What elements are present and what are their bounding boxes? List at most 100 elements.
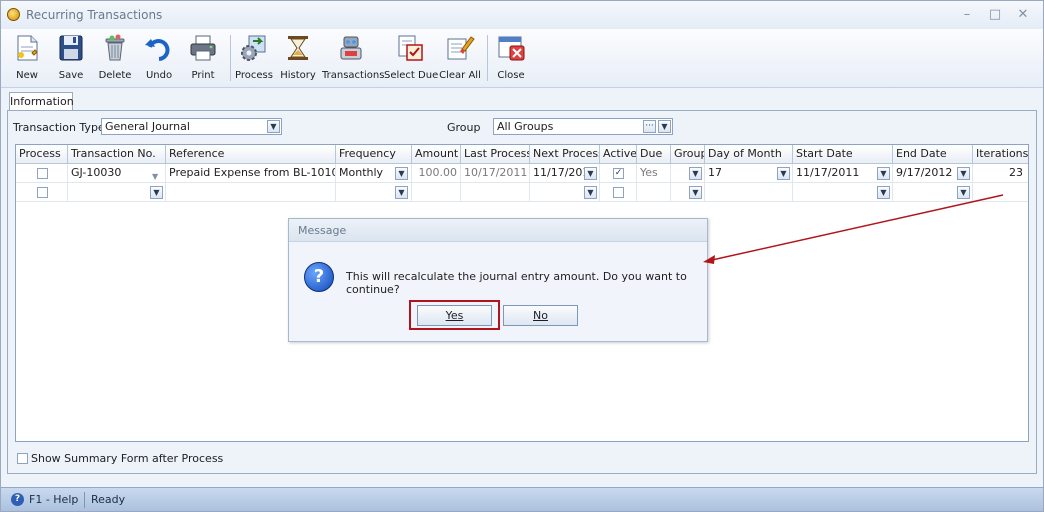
table-row-process-cell[interactable] — [16, 164, 68, 183]
chevron-down-icon[interactable]: ▼ — [395, 186, 408, 199]
new-row-group-cell[interactable]: ▼ — [671, 183, 705, 202]
new-row-process-cell[interactable] — [16, 183, 68, 202]
new-row-active-cell[interactable] — [600, 183, 637, 202]
close-button[interactable]: Close — [491, 33, 531, 85]
status-separator — [84, 492, 85, 508]
group-value: All Groups — [497, 120, 554, 133]
maximize-button[interactable]: □ — [985, 6, 1005, 24]
new-row-transaction-no-cell[interactable]: ▼ — [68, 183, 166, 202]
close-window-button[interactable]: ✕ — [1013, 6, 1033, 24]
column-header-process[interactable]: Process — [16, 145, 68, 164]
table-row-amount-cell[interactable]: 100.00 — [412, 164, 461, 183]
transactions-button[interactable]: Transactions — [322, 33, 385, 85]
column-header-next-process[interactable]: Next Process — [530, 145, 600, 164]
save-button[interactable]: Save — [51, 33, 91, 85]
table-row-end-date-cell[interactable]: 9/17/2012 ▼ — [893, 164, 973, 183]
yes-button[interactable]: Yes — [417, 305, 492, 326]
column-header-group[interactable]: Group — [671, 145, 705, 164]
column-header-last-process[interactable]: Last Process — [461, 145, 530, 164]
transaction-no-value: GJ-10030 — [71, 166, 122, 179]
help-icon[interactable]: ? — [11, 493, 24, 506]
chevron-down-icon[interactable]: ▼ — [877, 186, 890, 199]
new-row-iterations-cell[interactable] — [973, 183, 1028, 202]
chevron-down-icon[interactable]: ▼ — [957, 186, 970, 199]
process-button[interactable]: Process — [234, 33, 274, 85]
active-checkbox[interactable] — [613, 187, 624, 198]
no-button[interactable]: No — [503, 305, 578, 326]
new-row-day-of-month-cell[interactable] — [705, 183, 793, 202]
help-hint[interactable]: F1 - Help — [29, 493, 78, 506]
frequency-value: Monthly — [339, 166, 384, 179]
column-header-end-date[interactable]: End Date — [893, 145, 973, 164]
delete-button[interactable]: Delete — [95, 33, 135, 85]
chevron-down-icon[interactable]: ▼ — [689, 186, 702, 199]
history-label: History — [280, 70, 316, 81]
new-row-end-date-cell[interactable]: ▼ — [893, 183, 973, 202]
new-row-frequency-cell[interactable]: ▼ — [336, 183, 412, 202]
new-row-reference-cell[interactable] — [166, 183, 336, 202]
print-button[interactable]: Print — [183, 33, 223, 85]
table-row-reference-cell[interactable]: Prepaid Expense from BL-10108 — [166, 164, 336, 183]
column-header-frequency[interactable]: Frequency — [336, 145, 412, 164]
chevron-down-icon[interactable]: ▼ — [584, 167, 597, 180]
column-header-amount[interactable]: Amount — [412, 145, 461, 164]
chevron-down-icon[interactable]: ▼ — [689, 167, 702, 180]
window-title: Recurring Transactions — [26, 8, 163, 22]
table-row-group-cell[interactable]: ▼ — [671, 164, 705, 183]
group-label: Group — [447, 121, 481, 134]
process-checkbox[interactable] — [37, 168, 48, 179]
new-row-amount-cell[interactable] — [412, 183, 461, 202]
printer-icon — [190, 35, 216, 61]
chevron-down-icon[interactable]: ▼ — [584, 186, 597, 199]
column-header-iterations[interactable]: Iterations — [973, 145, 1028, 164]
chevron-down-icon[interactable]: ▼ — [658, 120, 671, 133]
table-row-transaction-no-cell[interactable]: GJ-10030 ▼ — [68, 164, 166, 183]
table-row-frequency-cell[interactable]: Monthly ▼ — [336, 164, 412, 183]
group-select[interactable]: All Groups ··· ▼ — [493, 118, 673, 135]
table-row-next-process-cell[interactable]: 11/17/2011 ▼ — [530, 164, 600, 183]
column-header-day-of-month[interactable]: Day of Month — [705, 145, 793, 164]
chevron-down-icon[interactable]: ▼ — [150, 186, 163, 199]
new-button[interactable]: New — [7, 33, 47, 85]
table-row-iterations-cell[interactable]: 23 — [973, 164, 1028, 183]
transactions-label: Transactions — [322, 70, 385, 81]
chevron-down-icon[interactable]: ▼ — [395, 167, 408, 180]
chevron-down-icon[interactable]: ▼ — [957, 167, 970, 180]
new-row-due-cell[interactable] — [637, 183, 671, 202]
minimize-button[interactable]: – — [957, 6, 977, 24]
app-icon — [7, 8, 20, 21]
show-summary-checkbox[interactable] — [17, 453, 28, 464]
transaction-type-value: General Journal — [105, 120, 190, 133]
ellipsis-button[interactable]: ··· — [643, 120, 656, 133]
select-due-button[interactable]: Select Due — [384, 33, 438, 85]
table-row-start-date-cell[interactable]: 11/17/2011 ▼ — [793, 164, 893, 183]
chevron-down-icon[interactable]: ▼ — [267, 120, 280, 133]
column-header-active[interactable]: Active — [600, 145, 637, 164]
new-row-next-process-cell[interactable]: ▼ — [530, 183, 600, 202]
chevron-down-icon[interactable]: ▼ — [152, 168, 158, 182]
active-checkbox[interactable]: ✓ — [613, 168, 624, 179]
chevron-down-icon[interactable]: ▼ — [777, 167, 790, 180]
new-row-start-date-cell[interactable]: ▼ — [793, 183, 893, 202]
column-header-start-date[interactable]: Start Date — [793, 145, 893, 164]
table-row-day-of-month-cell[interactable]: 17 ▼ — [705, 164, 793, 183]
delete-label: Delete — [98, 70, 132, 81]
new-row-last-process-cell[interactable] — [461, 183, 530, 202]
table-row-last-process-cell[interactable]: 10/17/2011 — [461, 164, 530, 183]
tab-information[interactable]: Information — [9, 92, 74, 110]
undo-button[interactable]: Undo — [139, 33, 179, 85]
table-row-active-cell[interactable]: ✓ — [600, 164, 637, 183]
clear-all-icon — [447, 36, 475, 60]
column-header-due[interactable]: Due — [637, 145, 671, 164]
transaction-type-select[interactable]: General Journal ▼ — [101, 118, 282, 135]
dialog-title: Message — [298, 224, 347, 237]
process-checkbox[interactable] — [37, 187, 48, 198]
history-button[interactable]: History — [278, 33, 318, 85]
chevron-down-icon[interactable]: ▼ — [877, 167, 890, 180]
trash-bin-icon — [105, 34, 125, 61]
toolbar: New Save Delete Undo Print Process Histo… — [1, 29, 1043, 88]
column-header-transaction-no[interactable]: Transaction No. — [68, 145, 166, 164]
column-header-reference[interactable]: Reference — [166, 145, 336, 164]
clear-all-button[interactable]: Clear All — [438, 33, 482, 85]
table-row-due-cell[interactable]: Yes — [637, 164, 671, 183]
